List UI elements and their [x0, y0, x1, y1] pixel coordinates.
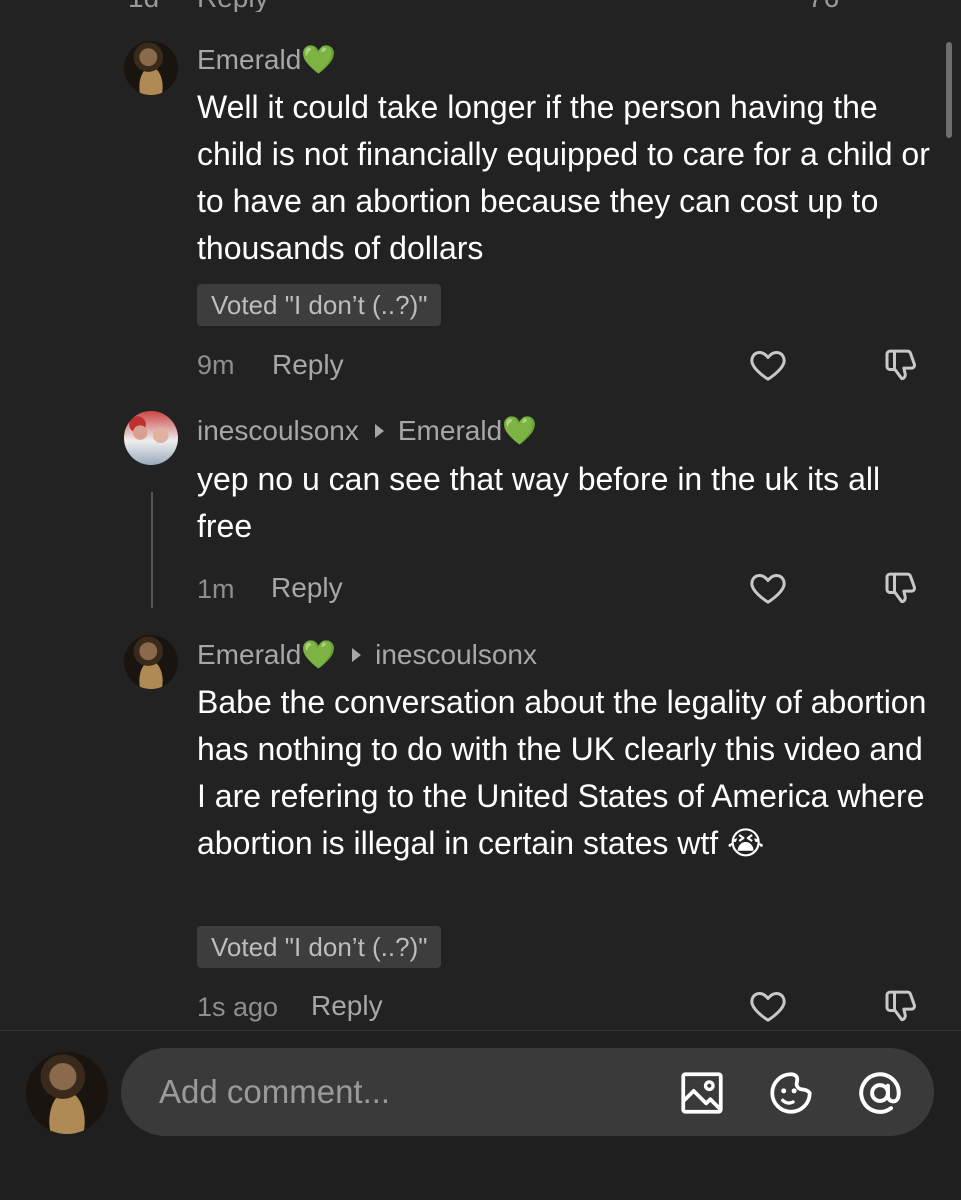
like-count: 76: [808, 0, 839, 12]
reply-button[interactable]: Reply: [197, 0, 269, 12]
comment-time: 1s ago: [197, 992, 279, 1022]
comment-author[interactable]: Emerald💚 inescoulsonx: [197, 638, 537, 671]
previous-comment-footer: 1d Reply 76: [0, 0, 961, 12]
emerald-avatar[interactable]: [124, 41, 178, 95]
reply-button[interactable]: Reply: [272, 349, 344, 381]
comment-text: yep no u can see that way before in the …: [197, 461, 881, 544]
my-avatar: [26, 1052, 108, 1134]
comment-time: 1d: [128, 0, 159, 12]
heart-outline-icon[interactable]: [748, 986, 788, 1026]
reply-button[interactable]: Reply: [271, 572, 343, 604]
username[interactable]: Emerald💚: [197, 638, 336, 671]
inescoulsonx-avatar[interactable]: [124, 411, 178, 465]
thumbs-down-icon[interactable]: [882, 986, 922, 1026]
thumbs-down-icon[interactable]: [882, 345, 922, 385]
reply-arrow-icon: [374, 423, 384, 438]
vote-badge: Voted "I don’t (..?)": [197, 926, 442, 968]
thread-line: [151, 492, 153, 608]
image-icon[interactable]: [677, 1068, 727, 1118]
comment-time: 9m: [197, 350, 235, 380]
thumbs-down-icon[interactable]: [882, 568, 922, 608]
reply-to-username[interactable]: Emerald💚: [398, 414, 537, 447]
scrollbar[interactable]: [946, 42, 952, 138]
comment-author[interactable]: inescoulsonx Emerald💚: [197, 414, 537, 447]
comment-text: Babe the conversation about the legality…: [197, 684, 927, 861]
comment-author[interactable]: Emerald💚: [197, 43, 336, 76]
reply-button[interactable]: Reply: [311, 990, 383, 1022]
at-mention-icon[interactable]: [855, 1068, 905, 1118]
username[interactable]: inescoulsonx: [197, 415, 359, 447]
emerald-avatar[interactable]: [124, 635, 178, 689]
heart-outline-icon[interactable]: [748, 345, 788, 385]
reply-arrow-icon: [352, 647, 362, 662]
emoji-sticker-icon[interactable]: [766, 1068, 816, 1118]
reply-to-username[interactable]: inescoulsonx: [375, 639, 537, 671]
comment-text: Well it could take longer if the person …: [197, 89, 930, 266]
vote-badge: Voted "I don’t (..?)": [197, 284, 442, 326]
comment-time: 1m: [197, 574, 235, 604]
username[interactable]: Emerald💚: [197, 43, 336, 76]
heart-outline-icon[interactable]: [748, 568, 788, 608]
